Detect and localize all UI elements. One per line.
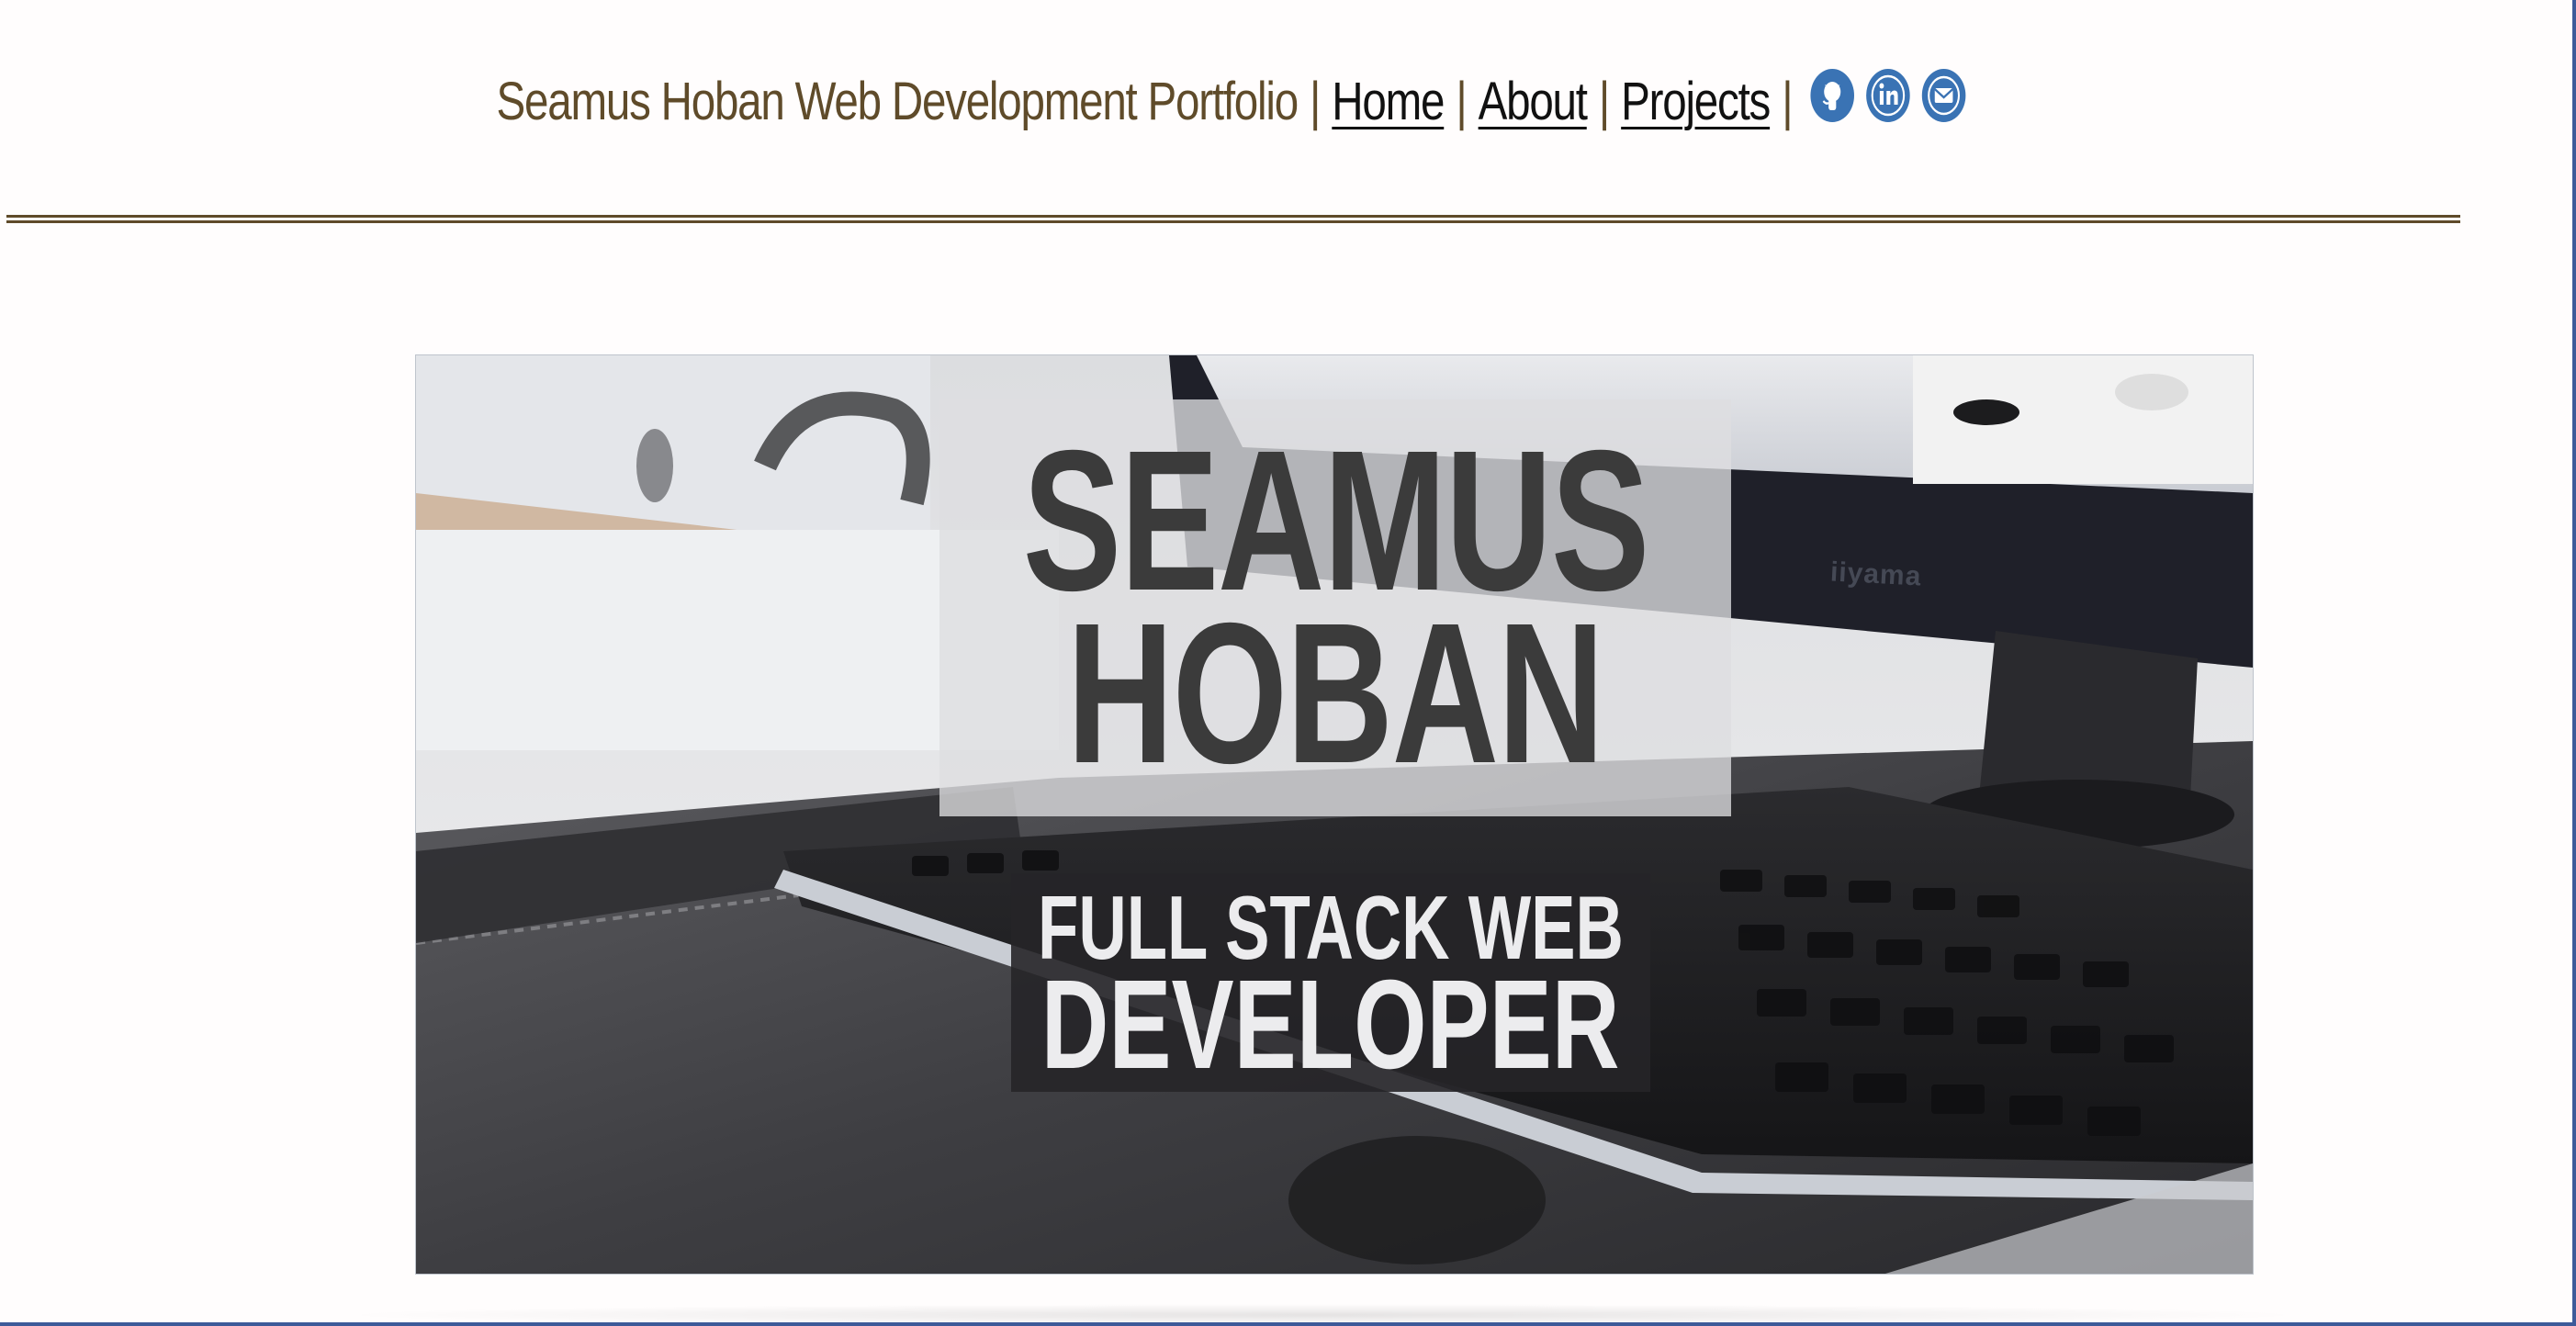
email-icon bbox=[1927, 75, 1960, 116]
email-link[interactable] bbox=[1921, 69, 1965, 122]
social-links bbox=[1809, 69, 1965, 128]
hero-role-line2: DEVELOPER bbox=[1041, 954, 1620, 1096]
nav-separator: | bbox=[1598, 71, 1610, 131]
nav-separator: | bbox=[1456, 71, 1467, 131]
header-divider bbox=[6, 215, 2460, 223]
github-icon bbox=[1822, 82, 1840, 110]
nav-link-projects[interactable]: Projects bbox=[1621, 71, 1771, 132]
hero-banner: iiyama SEAMUS HOBAN FULL STACK WEB DEVEL… bbox=[415, 354, 2254, 1275]
linkedin-link[interactable] bbox=[1865, 69, 1910, 122]
window-edge-right bbox=[2572, 0, 2576, 1326]
site-header: Seamus Hoban Web Development Portfolio |… bbox=[0, 55, 2461, 147]
page: Seamus Hoban Web Development Portfolio |… bbox=[0, 0, 2576, 1326]
window-edge-bottom bbox=[0, 1322, 2576, 1326]
linkedin-icon bbox=[1871, 74, 1905, 117]
nav-link-about[interactable]: About bbox=[1478, 71, 1587, 132]
nav-separator: | bbox=[1309, 71, 1321, 131]
nav-separator: | bbox=[1781, 71, 1793, 131]
hero-role-box: FULL STACK WEB DEVELOPER bbox=[1011, 873, 1650, 1092]
github-link[interactable] bbox=[1809, 69, 1854, 122]
monitor-brand-label: iiyama bbox=[1829, 556, 1923, 592]
site-title: Seamus Hoban Web Development Portfolio bbox=[496, 71, 1299, 131]
nav-link-home[interactable]: Home bbox=[1332, 71, 1445, 132]
hero-name-last: HOBAN bbox=[1066, 582, 1605, 805]
top-nav: Seamus Hoban Web Development Portfolio |… bbox=[496, 69, 1965, 132]
hero-name-box: SEAMUS HOBAN bbox=[939, 399, 1731, 816]
